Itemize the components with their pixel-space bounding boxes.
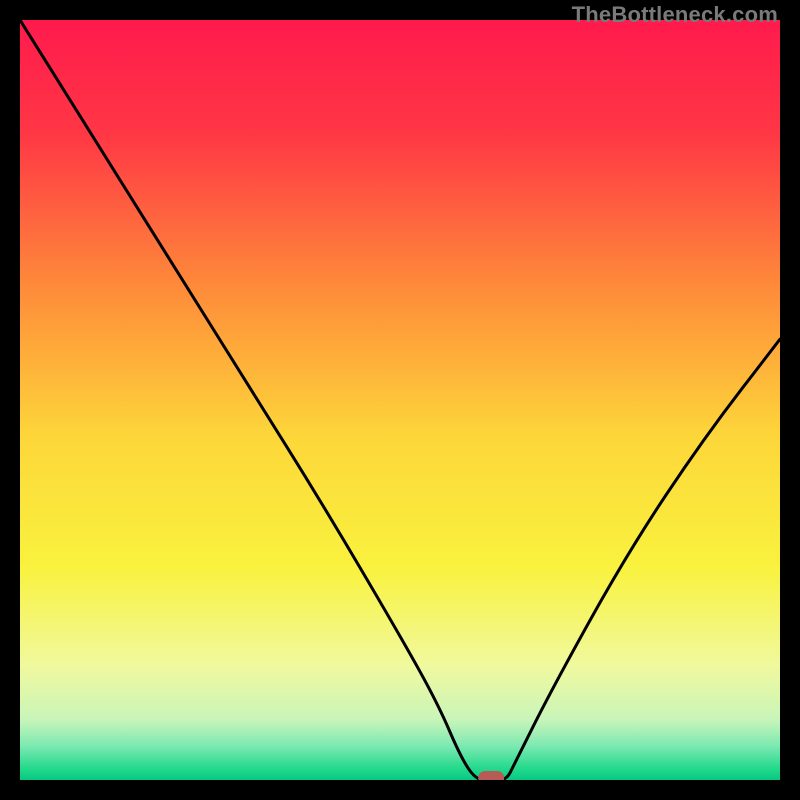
gradient-background bbox=[20, 20, 780, 780]
watermark-text: TheBottleneck.com bbox=[572, 2, 778, 28]
chart-frame bbox=[20, 20, 780, 780]
optimal-marker bbox=[478, 771, 504, 780]
bottleneck-chart bbox=[20, 20, 780, 780]
